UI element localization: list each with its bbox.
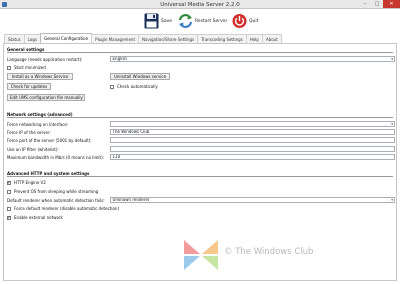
tab-help[interactable]: Help bbox=[245, 34, 263, 43]
max-bandwidth-label: Maximum bandwidth in Mb/s (0 means no li… bbox=[7, 155, 104, 160]
check-updates-button[interactable]: Check for updates bbox=[7, 83, 51, 90]
force-port-label: Force port of the server (5001 by defaul… bbox=[7, 138, 92, 143]
title-bar: Universal Media Server 2.2.0 – □ ✕ bbox=[0, 0, 400, 9]
chevron-down-icon: ▾ bbox=[391, 57, 393, 61]
prevent-sleep-label: Prevent OS from sleeping while streaming bbox=[14, 189, 99, 194]
watermark: © The Windows Club bbox=[180, 234, 340, 274]
force-default-renderer-checkbox[interactable] bbox=[7, 207, 11, 211]
force-interface-select[interactable]: ▾ bbox=[110, 121, 395, 127]
force-port-input[interactable] bbox=[110, 137, 395, 143]
default-renderer-label: Default renderer when automatic detectio… bbox=[7, 198, 105, 203]
edit-configuration-button[interactable]: Edit UMS configuration file manually bbox=[7, 94, 85, 101]
watermark-label: The Windows Club bbox=[235, 247, 314, 257]
window-title: Universal Media Server 2.2.0 bbox=[160, 1, 240, 8]
language-value: English bbox=[112, 56, 127, 61]
tab-navigation-share-settings[interactable]: Navigation/Share Settings bbox=[138, 34, 199, 43]
force-ip-label: Force IP of the server: bbox=[7, 130, 51, 135]
save-button[interactable]: Save bbox=[144, 12, 172, 30]
tab-logs[interactable]: Logs bbox=[23, 34, 41, 43]
tab-plugin-management[interactable]: Plugin Management bbox=[91, 34, 140, 43]
save-label: Save bbox=[161, 18, 173, 24]
quit-label: Quit bbox=[249, 18, 259, 24]
default-renderer-select[interactable]: Unknown renderer ▾ bbox=[110, 197, 395, 203]
tab-general-configuration[interactable]: General Configuration bbox=[39, 33, 93, 43]
chevron-down-icon: ▾ bbox=[391, 122, 393, 126]
restart-server-button[interactable]: Restart Server bbox=[178, 12, 227, 30]
watermark-text: © The Windows Club bbox=[224, 247, 314, 257]
language-select[interactable]: English ▾ bbox=[110, 56, 395, 62]
floppy-disk-icon bbox=[144, 13, 159, 29]
power-icon bbox=[232, 13, 247, 29]
check-automatically-label: Check automatically bbox=[117, 84, 158, 89]
chevron-down-icon: ▾ bbox=[391, 198, 393, 202]
general-settings-divider bbox=[7, 52, 393, 53]
tab-status[interactable]: Status bbox=[4, 34, 25, 43]
check-automatically-checkbox[interactable] bbox=[110, 85, 114, 89]
http-engine-checkbox[interactable] bbox=[7, 180, 11, 186]
quit-button[interactable]: Quit bbox=[232, 12, 258, 30]
network-settings-divider bbox=[7, 117, 393, 118]
external-network-checkbox[interactable] bbox=[7, 215, 11, 221]
ip-filter-label: Use an IP filter (whitelist): bbox=[7, 147, 59, 152]
windows-club-logo-icon bbox=[184, 240, 218, 270]
force-interface-label: Force networking on interface: bbox=[7, 122, 69, 127]
default-renderer-value: Unknown renderer bbox=[112, 197, 150, 202]
external-network-label: Enable external network bbox=[14, 215, 63, 220]
force-default-renderer-label: Force default renderer (disable automati… bbox=[14, 206, 120, 211]
toolbar: Save Restart Server Quit bbox=[0, 9, 400, 32]
max-bandwidth-input[interactable]: 110 bbox=[110, 154, 395, 160]
restart-label: Restart Server bbox=[195, 18, 228, 24]
maximize-button[interactable]: □ bbox=[371, 0, 383, 8]
close-button[interactable]: ✕ bbox=[383, 0, 400, 8]
uninstall-service-button[interactable]: Uninstall Windows service bbox=[110, 73, 170, 80]
tab-bar: Status Logs General Configuration Plugin… bbox=[4, 33, 282, 43]
start-minimized-label: Start minimized bbox=[14, 65, 46, 70]
force-ip-input[interactable]: The Windows Club bbox=[110, 129, 395, 135]
install-service-button[interactable]: Install as a Windows Service bbox=[7, 73, 73, 80]
prevent-sleep-checkbox[interactable] bbox=[7, 190, 11, 194]
minimize-button[interactable]: – bbox=[359, 0, 371, 8]
tab-about[interactable]: About bbox=[261, 34, 282, 43]
http-engine-label: HTTP Engine V2 bbox=[14, 180, 46, 185]
tab-transcoding-settings[interactable]: Transcoding Settings bbox=[197, 34, 247, 43]
advanced-settings-divider bbox=[7, 176, 393, 177]
start-minimized-checkbox[interactable] bbox=[7, 66, 11, 70]
ip-filter-input[interactable] bbox=[110, 146, 395, 152]
language-label: Language (needs application restart): bbox=[7, 57, 83, 62]
restart-icon bbox=[178, 13, 193, 29]
